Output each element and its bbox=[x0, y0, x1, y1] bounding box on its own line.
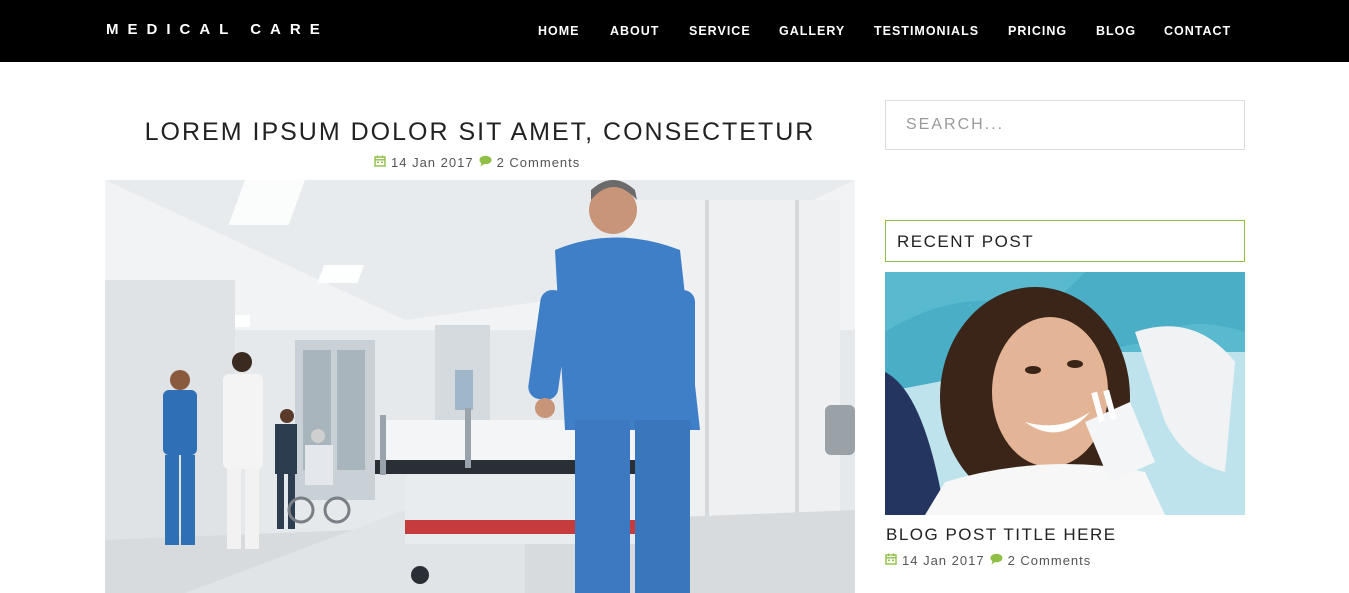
nav-contact[interactable]: CONTACT bbox=[1164, 24, 1231, 38]
calendar-icon bbox=[374, 155, 386, 170]
nav-pricing[interactable]: PRICING bbox=[1008, 24, 1067, 38]
nav-blog[interactable]: BLOG bbox=[1096, 24, 1136, 38]
article-hero-image bbox=[105, 180, 855, 593]
recent-post-image[interactable] bbox=[885, 272, 1245, 515]
recent-post-heading: RECENT POST bbox=[897, 232, 1035, 251]
article-meta: 14 Jan 2017 2 Comments bbox=[374, 155, 580, 170]
nav-gallery[interactable]: GALLERY bbox=[779, 24, 845, 38]
dental-patient-illustration bbox=[885, 272, 1245, 515]
calendar-icon bbox=[885, 553, 897, 568]
search-box bbox=[885, 100, 1245, 150]
recent-post-heading-box: RECENT POST bbox=[885, 220, 1245, 262]
search-input[interactable] bbox=[886, 101, 1244, 149]
recent-post-date: 14 Jan 2017 bbox=[902, 553, 985, 568]
top-navbar: MEDICAL CARE HOME ABOUT SERVICE GALLERY … bbox=[0, 0, 1349, 62]
article-comments[interactable]: 2 Comments bbox=[497, 155, 581, 170]
recent-post-meta: 14 Jan 2017 2 Comments bbox=[885, 553, 1091, 568]
brand-logo[interactable]: MEDICAL CARE bbox=[106, 21, 329, 38]
comment-icon bbox=[479, 155, 492, 170]
recent-post-title[interactable]: BLOG POST TITLE HERE bbox=[886, 525, 1117, 545]
nav-home[interactable]: HOME bbox=[538, 24, 580, 38]
article-title[interactable]: LOREM IPSUM DOLOR SIT AMET, CONSECTETUR bbox=[105, 118, 855, 147]
article-date: 14 Jan 2017 bbox=[391, 155, 474, 170]
nav-about[interactable]: ABOUT bbox=[610, 24, 659, 38]
nav-service[interactable]: SERVICE bbox=[689, 24, 751, 38]
comment-icon bbox=[990, 553, 1003, 568]
recent-post-comments[interactable]: 2 Comments bbox=[1008, 553, 1092, 568]
hospital-corridor-illustration bbox=[105, 180, 855, 593]
nav-testimonials[interactable]: TESTIMONIALS bbox=[874, 24, 979, 38]
